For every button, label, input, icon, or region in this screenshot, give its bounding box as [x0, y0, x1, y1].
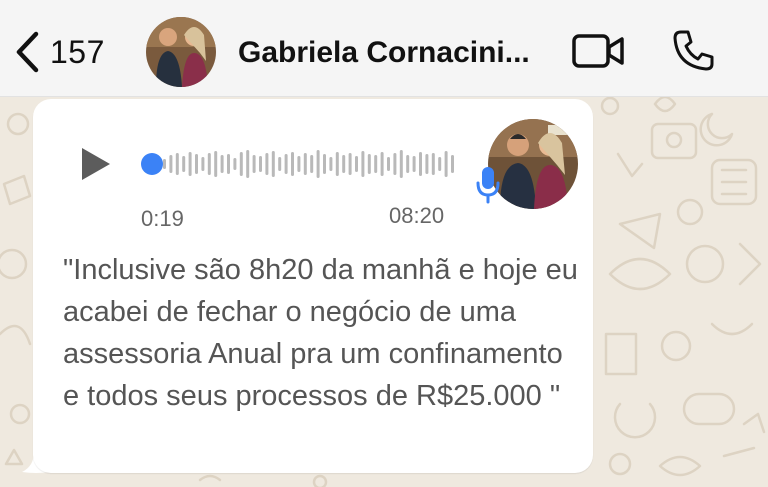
playback-scrubber[interactable] — [141, 153, 163, 175]
waveform-bar — [278, 157, 282, 171]
waveform-bar — [355, 156, 358, 172]
video-camera-icon — [572, 34, 624, 68]
waveform-bar — [207, 153, 211, 175]
waveform-bar — [431, 153, 435, 175]
waveform-bar — [316, 150, 320, 178]
waveform-bar — [451, 155, 454, 173]
contact-name[interactable]: Gabriela Cornacini... — [238, 36, 530, 70]
waveform-bar — [297, 156, 301, 172]
unread-count: 157 — [50, 33, 105, 70]
waveform-bar — [380, 152, 384, 176]
waveform-bar — [291, 152, 294, 176]
waveform-bar — [271, 151, 275, 177]
waveform-bar — [227, 154, 230, 174]
message-transcript: "Inclusive são 8h20 da manhã e hoje eu a… — [63, 254, 578, 412]
waveform-bar — [342, 155, 346, 173]
elapsed-time: 0:19 — [141, 206, 184, 231]
waveform-bar — [195, 154, 198, 174]
waveform-bar — [214, 151, 218, 177]
chevron-left-icon — [16, 31, 39, 73]
waveform-bar — [335, 152, 339, 176]
waveform-bar — [233, 158, 237, 170]
phone-icon — [673, 30, 714, 71]
audio-waveform[interactable] — [141, 147, 455, 181]
waveform-bar — [348, 153, 352, 175]
waveform-bar — [399, 150, 403, 178]
waveform-bar — [284, 154, 288, 174]
sender-avatar — [488, 119, 578, 209]
waveform-bar — [419, 152, 422, 176]
waveform-bar — [444, 151, 448, 177]
waveform-bar — [169, 155, 173, 173]
waveform-bar — [329, 157, 333, 171]
back-button[interactable]: 157 — [14, 30, 105, 74]
waveform-bar — [259, 156, 262, 172]
chat-header: 157 Gabriela Cornacini... — [0, 0, 768, 97]
waveform-bar — [438, 157, 442, 171]
waveform-bar — [163, 159, 166, 169]
microphone-icon — [476, 167, 500, 204]
waveform-bar — [220, 155, 224, 173]
waveform-bar — [175, 153, 179, 175]
voice-call-button[interactable] — [671, 28, 715, 77]
waveform-bar — [361, 151, 365, 177]
video-call-button[interactable] — [571, 31, 625, 76]
waveform-bar — [367, 154, 371, 174]
waveform-bar — [393, 153, 397, 175]
waveform-bar — [246, 150, 250, 178]
play-button[interactable] — [80, 147, 112, 186]
contact-avatar[interactable] — [146, 17, 216, 87]
waveform-bar — [265, 153, 269, 175]
waveform-bar — [374, 155, 378, 173]
waveform-bar — [406, 155, 410, 173]
waveform-bar — [188, 152, 192, 176]
waveform-bar — [252, 155, 256, 173]
waveform-bar — [303, 153, 307, 175]
waveform-bar — [323, 154, 326, 174]
waveform-bar — [239, 152, 243, 176]
waveform-bar — [425, 154, 429, 174]
waveform-bar — [310, 155, 314, 173]
audio-duration: 08:20 — [389, 203, 445, 228]
voice-message-bubble: 0:19 08:20 "Inclusive são 8h20 da manhã … — [33, 99, 593, 473]
waveform-bar — [387, 157, 390, 171]
waveform-bar — [182, 156, 186, 172]
waveform-bar — [412, 156, 416, 172]
waveform-bar — [201, 157, 205, 171]
play-icon — [82, 148, 110, 180]
